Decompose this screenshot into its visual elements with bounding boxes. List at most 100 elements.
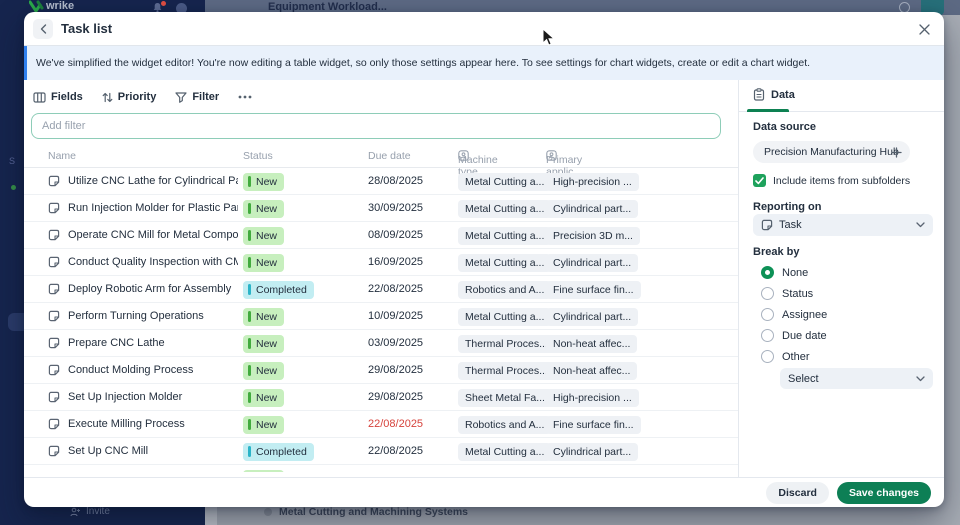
settings-panel: Data Data source Precision Manufacturing… xyxy=(738,80,944,477)
break-by-option[interactable]: None xyxy=(739,262,944,283)
status-badge: New xyxy=(243,200,284,218)
task-name: Prepare CNC Lathe xyxy=(68,337,238,349)
radio-button-icon[interactable] xyxy=(761,350,774,363)
more-options-button[interactable] xyxy=(238,95,252,99)
table-row[interactable]: Perform Turning Operations New 10/09/202… xyxy=(24,303,738,330)
machine-type-chip: Thermal Proces... xyxy=(458,362,555,380)
chevron-down-icon xyxy=(916,376,925,382)
data-source-chip[interactable]: Precision Manufacturing Hub xyxy=(753,141,910,163)
due-date: 22/08/2025 xyxy=(368,283,423,295)
task-name: Utilize CNC Lathe for Cylindrical Parts xyxy=(68,175,238,187)
primary-application-chip: High-precision ... xyxy=(546,173,639,191)
banner-text: We've simplified the widget editor! You'… xyxy=(36,57,810,69)
sort-priority-button[interactable]: Priority xyxy=(102,91,157,103)
primary-application-chip: Fine surface fin... xyxy=(546,281,641,299)
close-button[interactable] xyxy=(915,20,933,38)
table-row[interactable]: New xyxy=(24,465,738,472)
filter-button[interactable]: Filter xyxy=(175,91,219,103)
radio-button-icon[interactable] xyxy=(761,308,774,321)
table-row[interactable]: Set Up CNC Mill Completed 22/08/2025 Met… xyxy=(24,438,738,465)
wrike-wordmark: wrike xyxy=(46,0,74,12)
status-label: New xyxy=(256,230,277,242)
modal-title: Task list xyxy=(61,21,112,36)
table-toolbar: Fields Priority Filter xyxy=(33,88,252,106)
break-by-other-select[interactable]: Select xyxy=(780,368,933,389)
status-badge: Completed xyxy=(243,443,314,461)
filter-input[interactable] xyxy=(31,113,721,139)
table-row[interactable]: Utilize CNC Lathe for Cylindrical Parts … xyxy=(24,168,738,195)
table-row[interactable]: Conduct Molding Process New 29/08/2025 T… xyxy=(24,357,738,384)
back-button[interactable] xyxy=(33,19,53,39)
machine-type-chip: Metal Cutting a... xyxy=(458,254,551,272)
status-label: New xyxy=(256,392,277,404)
table-row[interactable]: Operate CNC Mill for Metal Components Ne… xyxy=(24,222,738,249)
column-status[interactable]: Status xyxy=(243,150,273,162)
machine-type-chip: Sheet Metal Fa... xyxy=(458,389,552,407)
status-label: Completed xyxy=(256,284,307,296)
status-label: New xyxy=(256,257,277,269)
status-label: New xyxy=(256,176,277,188)
status-bar-icon xyxy=(248,338,251,349)
tab-data-label: Data xyxy=(771,89,795,101)
fields-label: Fields xyxy=(51,91,83,103)
break-by-option[interactable]: Due date xyxy=(739,325,944,346)
fields-icon xyxy=(33,92,46,103)
task-name: Conduct Molding Process xyxy=(68,364,238,376)
status-badge: New xyxy=(243,254,284,272)
status-badge: New xyxy=(243,335,284,353)
notification-dot xyxy=(161,1,166,6)
task-icon xyxy=(48,364,60,376)
fields-button[interactable]: Fields xyxy=(33,91,83,103)
status-bar-icon xyxy=(248,230,251,241)
save-changes-button[interactable]: Save changes xyxy=(837,482,931,504)
machine-type-chip: Metal Cutting a... xyxy=(458,443,551,461)
break-by-option[interactable]: Other xyxy=(739,346,944,367)
column-due-date[interactable]: Due date xyxy=(368,150,411,162)
task-icon xyxy=(761,219,773,231)
reporting-on-dropdown[interactable]: Task xyxy=(753,214,933,236)
sidebar-glyph: S xyxy=(9,156,15,166)
break-by-option[interactable]: Status xyxy=(739,283,944,304)
status-bar-icon xyxy=(248,203,251,214)
primary-application-chip: High-precision ... xyxy=(546,389,639,407)
task-icon xyxy=(48,229,60,241)
column-name[interactable]: Name xyxy=(48,150,76,162)
task-name: Set Up CNC Mill xyxy=(68,445,238,457)
sort-arrows-icon xyxy=(102,92,113,103)
add-data-source-button[interactable] xyxy=(889,145,904,160)
radio-button-icon[interactable] xyxy=(761,287,774,300)
status-label: New xyxy=(256,311,277,323)
due-date: 30/09/2025 xyxy=(368,202,423,214)
task-name: Set Up Injection Molder xyxy=(68,391,238,403)
close-icon xyxy=(919,24,930,35)
table-row[interactable]: Prepare CNC Lathe New 03/09/2025 Thermal… xyxy=(24,330,738,357)
table-row[interactable]: Run Injection Molder for Plastic Parts N… xyxy=(24,195,738,222)
discard-button[interactable]: Discard xyxy=(766,482,829,504)
checkbox-checked-icon[interactable] xyxy=(753,174,766,187)
status-bar-icon xyxy=(248,446,251,457)
radio-button-icon[interactable] xyxy=(761,329,774,342)
radio-button-icon[interactable] xyxy=(761,266,774,279)
table-row[interactable]: Conduct Quality Inspection with CMM New … xyxy=(24,249,738,276)
task-icon xyxy=(48,445,60,457)
table-row[interactable]: Execute Milling Process New 22/08/2025 R… xyxy=(24,411,738,438)
table-row[interactable]: Set Up Injection Molder New 29/08/2025 S… xyxy=(24,384,738,411)
due-date: 22/08/2025 xyxy=(368,445,423,457)
tab-data[interactable]: Data xyxy=(753,88,795,101)
status-label: New xyxy=(256,203,277,215)
status-label: New xyxy=(256,419,277,431)
background-list-item: Metal Cutting and Machining Systems xyxy=(264,506,468,518)
primary-application-chip: Cylindrical part... xyxy=(546,254,638,272)
break-by-option[interactable]: Assignee xyxy=(739,304,944,325)
filter-label: Filter xyxy=(192,91,219,103)
priority-label: Priority xyxy=(118,91,157,103)
task-name: Perform Turning Operations xyxy=(68,310,238,322)
include-subfolders-checkbox-row[interactable]: Include items from subfolders xyxy=(753,174,910,187)
table-row[interactable]: Deploy Robotic Arm for Assembly Complete… xyxy=(24,276,738,303)
task-icon xyxy=(48,175,60,187)
column-primary-application[interactable]: Primary applic xyxy=(546,150,557,161)
primary-application-chip: Non-heat affec... xyxy=(546,335,637,353)
column-machine-type[interactable]: Machine type xyxy=(458,150,469,161)
machine-type-chip: Thermal Proces... xyxy=(458,335,555,353)
reporting-on-value: Task xyxy=(779,219,802,231)
